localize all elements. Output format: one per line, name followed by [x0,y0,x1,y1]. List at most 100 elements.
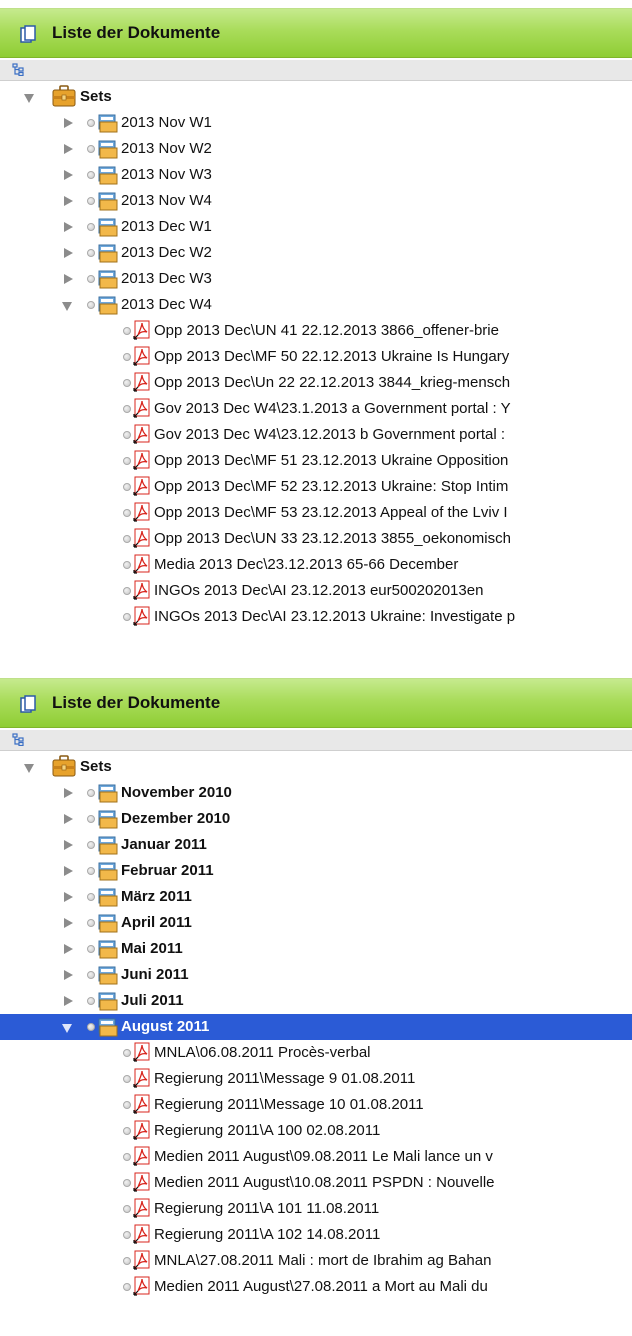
tree-set-item[interactable]: März 2011 [0,884,632,910]
disclosure-triangle-collapsed-icon[interactable] [64,892,73,902]
tree-document-item[interactable]: Regierung 2011\Message 10 01.08.2011 [0,1092,632,1118]
pdf-document-icon [133,450,150,470]
status-dot-icon [87,841,95,849]
disclosure-triangle-collapsed-icon[interactable] [64,788,73,798]
disclosure-triangle-collapsed-icon[interactable] [64,222,73,232]
tree-set-item[interactable]: Mai 2011 [0,936,632,962]
tree-document-label: Opp 2013 Dec\UN 41 22.12.2013 3866_offen… [154,322,499,339]
pdf-document-icon [133,554,150,574]
tree-set-label: 2013 Dec W1 [121,218,212,235]
tree-set-item[interactable]: Juli 2011 [0,988,632,1014]
tree-set-item[interactable]: August 2011 [0,1014,632,1040]
disclosure-triangle-expanded-icon[interactable] [62,1024,72,1033]
disclosure-triangle-collapsed-icon[interactable] [64,944,73,954]
status-dot-icon [123,1283,131,1291]
tree-set-item[interactable]: 2013 Dec W3 [0,266,632,292]
disclosure-triangle-collapsed-icon[interactable] [64,970,73,980]
briefcase-icon [52,85,76,107]
disclosure-triangle-collapsed-icon[interactable] [64,248,73,258]
tree-document-item[interactable]: MNLA\06.08.2011 Procès-verbal [0,1040,632,1066]
status-dot-icon [123,613,131,621]
tree-set-item[interactable]: November 2010 [0,780,632,806]
tree-document-item[interactable]: Opp 2013 Dec\MF 52 23.12.2013 Ukraine: S… [0,474,632,500]
disclosure-triangle-collapsed-icon[interactable] [64,814,73,824]
disclosure-triangle-collapsed-icon[interactable] [64,144,73,154]
tree-document-item[interactable]: Gov 2013 Dec W4\23.1.2013 a Government p… [0,396,632,422]
tree-document-item[interactable]: Medien 2011 August\09.08.2011 Le Mali la… [0,1144,632,1170]
panel-title-bar: Liste der Dokumente [0,8,632,58]
status-dot-icon [123,327,131,335]
pdf-document-icon [133,606,150,626]
tree-set-item[interactable]: 2013 Nov W4 [0,188,632,214]
disclosure-triangle-expanded-icon[interactable] [24,94,34,103]
tree-set-item[interactable]: 2013 Nov W3 [0,162,632,188]
tree-document-item[interactable]: MNLA\27.08.2011 Mali : mort de Ibrahim a… [0,1248,632,1274]
set-folder-icon [98,992,118,1011]
tree-document-item[interactable]: Regierung 2011\A 102 14.08.2011 [0,1222,632,1248]
tree-document-item[interactable]: INGOs 2013 Dec\AI 23.12.2013 Ukraine: In… [0,604,632,630]
disclosure-triangle-collapsed-icon[interactable] [64,840,73,850]
tree-set-item[interactable]: Dezember 2010 [0,806,632,832]
set-folder-icon [98,270,118,289]
set-folder-icon [98,166,118,185]
tree-set-item[interactable]: Januar 2011 [0,832,632,858]
disclosure-triangle-collapsed-icon[interactable] [64,118,73,128]
set-folder-icon [98,914,118,933]
tree-view-icon[interactable] [12,733,24,746]
disclosure-triangle-collapsed-icon[interactable] [64,196,73,206]
tree-set-item[interactable]: 2013 Dec W4 [0,292,632,318]
tree-toolbar [0,730,632,751]
tree-document-item[interactable]: Opp 2013 Dec\UN 41 22.12.2013 3866_offen… [0,318,632,344]
status-dot-icon [123,1257,131,1265]
pdf-document-icon [133,502,150,522]
tree-document-item[interactable]: Medien 2011 August\27.08.2011 a Mort au … [0,1274,632,1300]
tree-document-item[interactable]: Media 2013 Dec\23.12.2013 65-66 December [0,552,632,578]
tree-document-item[interactable]: Opp 2013 Dec\MF 51 23.12.2013 Ukraine Op… [0,448,632,474]
disclosure-triangle-collapsed-icon[interactable] [64,996,73,1006]
tree-set-item[interactable]: April 2011 [0,910,632,936]
tree-document-label: Regierung 2011\A 100 02.08.2011 [154,1122,381,1139]
disclosure-triangle-expanded-icon[interactable] [62,302,72,311]
tree-set-item[interactable]: 2013 Dec W2 [0,240,632,266]
disclosure-triangle-collapsed-icon[interactable] [64,918,73,928]
tree-set-item[interactable]: 2013 Dec W1 [0,214,632,240]
tree-view-icon[interactable] [12,63,24,76]
pdf-document-icon [133,1094,150,1114]
tree-document-item[interactable]: INGOs 2013 Dec\AI 23.12.2013 eur50020201… [0,578,632,604]
tree-set-item[interactable]: 2013 Nov W1 [0,110,632,136]
tree-document-item[interactable]: Opp 2013 Dec\MF 50 22.12.2013 Ukraine Is… [0,344,632,370]
tree-document-label: Medien 2011 August\10.08.2011 PSPDN : No… [154,1174,495,1191]
disclosure-triangle-collapsed-icon[interactable] [64,866,73,876]
tree-document-label: Regierung 2011\A 101 11.08.2011 [154,1200,380,1217]
tree-set-item[interactable]: Februar 2011 [0,858,632,884]
tree-set-label: April 2011 [121,914,192,931]
tree-root-sets[interactable]: Sets [0,754,632,780]
tree-document-label: Opp 2013 Dec\MF 52 23.12.2013 Ukraine: S… [154,478,509,495]
tree-document-item[interactable]: Medien 2011 August\10.08.2011 PSPDN : No… [0,1170,632,1196]
tree-document-item[interactable]: Gov 2013 Dec W4\23.12.2013 b Government … [0,422,632,448]
pdf-document-icon [133,346,150,366]
disclosure-triangle-expanded-icon[interactable] [24,764,34,773]
disclosure-triangle-collapsed-icon[interactable] [64,274,73,284]
tree-set-label: Januar 2011 [121,836,207,853]
status-dot-icon [123,535,131,543]
tree-document-item[interactable]: Regierung 2011\A 101 11.08.2011 [0,1196,632,1222]
tree-document-item[interactable]: Regierung 2011\Message 9 01.08.2011 [0,1066,632,1092]
status-dot-icon [123,1127,131,1135]
disclosure-triangle-collapsed-icon[interactable] [64,170,73,180]
set-folder-icon [98,810,118,829]
tree-root-sets[interactable]: Sets [0,84,632,110]
tree-set-item[interactable]: Juni 2011 [0,962,632,988]
status-dot-icon [87,119,95,127]
tree-set-label: August 2011 [121,1018,210,1035]
tree-document-item[interactable]: Regierung 2011\A 100 02.08.2011 [0,1118,632,1144]
pdf-document-icon [133,398,150,418]
tree-root-label: Sets [80,88,112,105]
tree-set-item[interactable]: 2013 Nov W2 [0,136,632,162]
tree-document-item[interactable]: Opp 2013 Dec\Un 22 22.12.2013 3844_krieg… [0,370,632,396]
tree-set-label: 2013 Nov W4 [121,192,212,209]
document-list-panel: Liste der Dokumente Sets 2013 Nov W1 2013 … [0,0,632,664]
tree-document-item[interactable]: Opp 2013 Dec\UN 33 23.12.2013 3855_oekon… [0,526,632,552]
tree-document-item[interactable]: Opp 2013 Dec\MF 53 23.12.2013 Appeal of … [0,500,632,526]
pdf-document-icon [133,320,150,340]
